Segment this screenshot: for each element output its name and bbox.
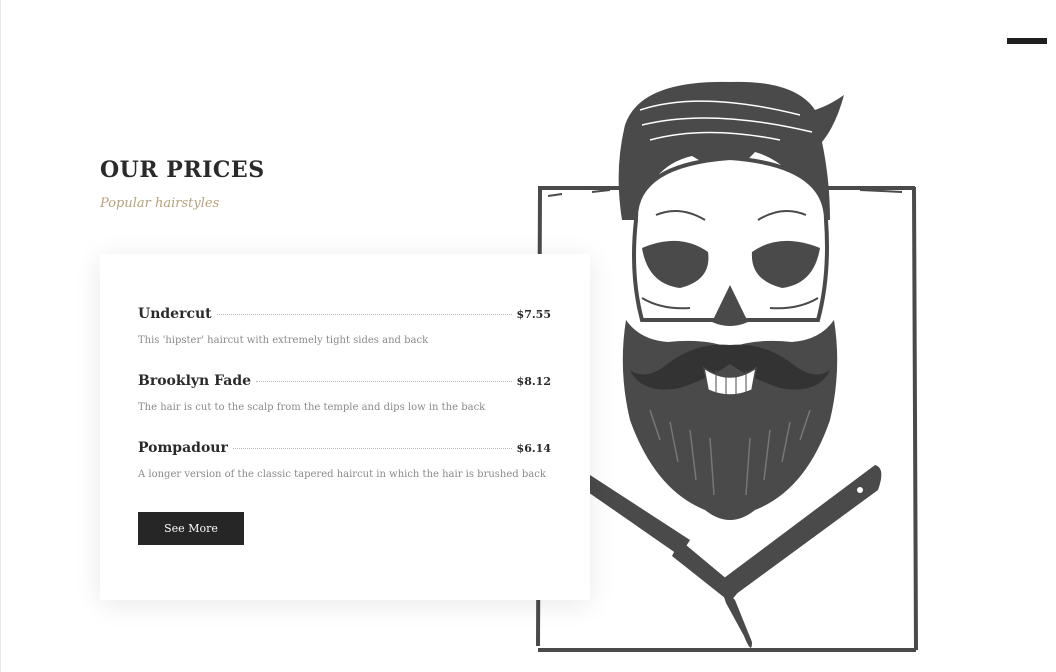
price-item: Undercut $7.55 This 'hipster' haircut wi… — [138, 306, 551, 346]
price-item-description: A longer version of the classic tapered … — [138, 469, 546, 480]
price-item: Pompadour $6.14 A longer version of the … — [138, 440, 551, 480]
prices-card: Undercut $7.55 This 'hipster' haircut wi… — [100, 254, 590, 600]
price-item-price: $6.14 — [516, 442, 551, 455]
price-item-header: Pompadour $6.14 — [138, 440, 551, 462]
section-title: OUR PRICES — [100, 157, 265, 183]
dotted-leader — [216, 314, 512, 315]
price-item-name: Pompadour — [138, 440, 228, 456]
price-item-name: Undercut — [138, 306, 212, 322]
see-more-button[interactable]: See More — [138, 512, 244, 545]
dotted-leader — [256, 381, 512, 382]
price-item-header: Brooklyn Fade $8.12 — [138, 373, 551, 395]
price-item: Brooklyn Fade $8.12 The hair is cut to t… — [138, 373, 551, 413]
price-item-price: $8.12 — [516, 375, 551, 388]
price-item-description: This 'hipster' haircut with extremely ti… — [138, 335, 429, 346]
hamburger-menu-icon[interactable] — [1007, 38, 1047, 44]
price-item-name: Brooklyn Fade — [138, 373, 252, 389]
price-item-description: The hair is cut to the scalp from the te… — [138, 402, 486, 413]
price-item-header: Undercut $7.55 — [138, 306, 551, 328]
bearded-skull-razor-illustration — [536, 81, 918, 652]
price-item-price: $7.55 — [516, 308, 551, 321]
page-edge-divider — [0, 0, 1, 672]
dotted-leader — [232, 448, 512, 449]
section-subtitle: Popular hairstyles — [100, 196, 220, 211]
page: OUR PRICES Popular hairstyles Undercut $… — [0, 0, 1056, 672]
